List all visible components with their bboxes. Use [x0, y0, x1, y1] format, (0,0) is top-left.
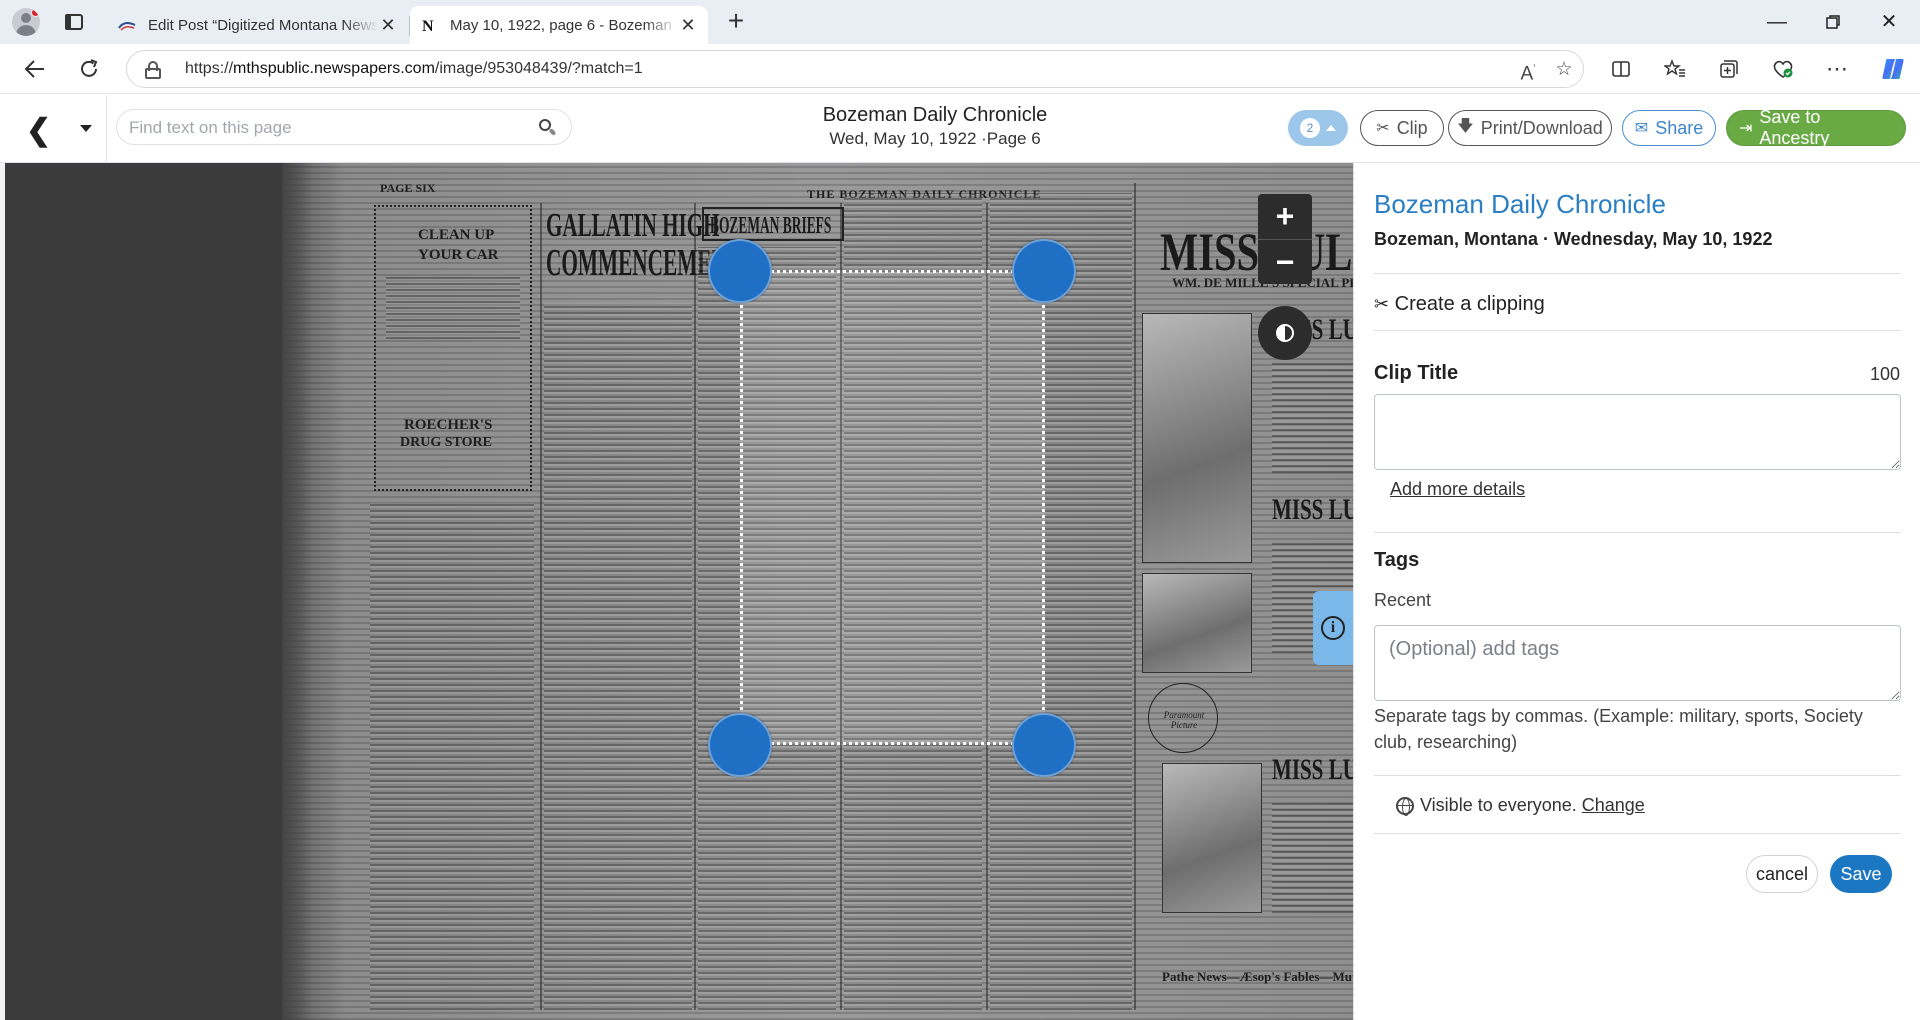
split-screen-icon[interactable]	[1606, 54, 1636, 84]
zoom-controls: + −	[1258, 194, 1312, 284]
clip-title-char-limit: 100	[1869, 364, 1900, 384]
tab-actions-icon[interactable]	[62, 10, 86, 34]
close-window-icon[interactable]: ✕	[1874, 8, 1904, 36]
scissors-icon: ✂	[1376, 120, 1390, 137]
save-button[interactable]: Save	[1830, 855, 1892, 893]
svg-text:N: N	[422, 18, 434, 34]
find-text-input[interactable]	[129, 116, 529, 140]
find-text-search[interactable]	[116, 109, 572, 145]
clip-selection-area[interactable]	[740, 270, 1045, 745]
envelope-icon: ✉	[1634, 120, 1649, 137]
favorite-star-icon[interactable]: ☆	[1553, 59, 1575, 81]
browser-nav-bar: https://mthspublic.newspapers.com/image/…	[0, 44, 1920, 94]
browser-essentials-heart-icon[interactable]	[1768, 54, 1798, 84]
movie-title: MISS LULU B	[1160, 222, 1353, 282]
save-arrow-icon: ⇥	[1739, 120, 1753, 137]
address-bar[interactable]: https://mthspublic.newspapers.com/image/…	[126, 50, 1584, 88]
url-text: https://mthspublic.newspapers.com/image/…	[185, 60, 643, 77]
clipping-panel: Bozeman Daily Chronicle Bozeman, Montana…	[1353, 163, 1920, 1020]
tab-close-icon[interactable]: ✕	[378, 15, 398, 35]
save-to-ancestry-button[interactable]: ⇥ Save to Ancestry	[1726, 107, 1906, 148]
restore-icon[interactable]	[1818, 8, 1848, 36]
theater-illustration	[1162, 763, 1262, 913]
clip-title-input[interactable]	[1374, 394, 1901, 470]
caret-up-icon	[1326, 125, 1336, 131]
newspapers-favicon-icon: N	[420, 16, 438, 34]
refresh-icon[interactable]	[74, 54, 104, 84]
tags-label: Tags	[1374, 549, 1420, 571]
tab-title: May 10, 1922, page 6 - Bozeman Daily Chr…	[450, 16, 678, 34]
page-image-viewer[interactable]: PAGE SIX THE BOZEMAN DAILY CHRONICLE CLE…	[0, 163, 1353, 1020]
paper-name: Bozeman Daily Chronicle	[822, 104, 1048, 126]
profile-avatar-icon[interactable]	[12, 8, 40, 36]
share-button[interactable]: ✉ Share	[1622, 110, 1716, 146]
favorites-icon[interactable]	[1660, 54, 1690, 84]
contrast-toggle-icon[interactable]	[1258, 306, 1312, 360]
selection-handle-top-right[interactable]	[1012, 239, 1076, 303]
crowd-illustration	[1142, 573, 1252, 673]
download-arrow-icon: 🡇	[1457, 117, 1474, 135]
browser-tab-bar: Edit Post “Digitized Montana Newspapers”…	[0, 0, 1920, 44]
back-arrow-icon[interactable]	[20, 54, 50, 84]
collections-icon[interactable]	[1714, 54, 1744, 84]
copilot-icon[interactable]	[1878, 54, 1908, 84]
paramount-logo: Paramount Picture	[1148, 683, 1218, 753]
page-dropdown-caret-icon[interactable]	[80, 125, 92, 132]
search-icon[interactable]	[539, 119, 557, 137]
recent-tags-label: Recent	[1374, 590, 1432, 610]
clip-button[interactable]: ✂ Clip	[1360, 110, 1444, 146]
panel-location-date: Bozeman, Montana · Wednesday, May 10, 19…	[1374, 229, 1773, 249]
print-download-button[interactable]: 🡇 Print/Download	[1448, 110, 1612, 146]
tags-help-text: Separate tags by commas. (Example: milit…	[1374, 706, 1863, 752]
movie-poster-illustration	[1142, 313, 1252, 563]
briefs-header-box: BOZEMAN BRIEFS	[702, 207, 844, 241]
globe-icon	[1396, 796, 1414, 816]
wordpress-favicon-icon	[118, 16, 136, 34]
visibility-row: Visible to everyone. Change	[1396, 795, 1645, 816]
scissors-icon: ✂	[1374, 294, 1390, 314]
selection-handle-bottom-right[interactable]	[1012, 713, 1076, 777]
previous-page-chevron-icon[interactable]: ❮	[26, 113, 51, 148]
minimize-icon[interactable]: —	[1762, 8, 1792, 36]
add-more-details-link[interactable]: Add more details	[1390, 479, 1525, 500]
new-tab-icon[interactable]: +	[722, 7, 750, 36]
info-icon[interactable]: i	[1313, 591, 1353, 665]
tab-edit-post[interactable]: Edit Post “Digitized Montana Newspapers”…	[108, 6, 408, 44]
tab-close-icon[interactable]: ✕	[678, 15, 698, 35]
panel-paper-title-link[interactable]: Bozeman Daily Chronicle	[1374, 189, 1666, 220]
lock-icon[interactable]	[145, 61, 161, 79]
movie-footer-line: Pathe News—Æsop's Fables—Mutt & Jeff	[1162, 969, 1353, 984]
paper-date-page: Wed, May 10, 1922 ·Page 6	[829, 129, 1041, 148]
cancel-button[interactable]: cancel	[1746, 855, 1818, 893]
page-label: PAGE SIX	[380, 181, 436, 195]
clip-title-label: Clip Title	[1374, 362, 1459, 384]
tab-title: Edit Post “Digitized Montana Newspapers”	[148, 16, 378, 34]
zoom-out-icon[interactable]: −	[1258, 240, 1312, 285]
clip-count-badge: 2	[1300, 118, 1320, 138]
read-aloud-icon[interactable]: Aʼ	[1517, 59, 1539, 84]
selection-handle-top-left[interactable]	[708, 239, 772, 303]
tags-input[interactable]	[1374, 625, 1901, 701]
selection-handle-bottom-left[interactable]	[708, 713, 772, 777]
change-visibility-link[interactable]: Change	[1582, 795, 1645, 816]
car-ad: CLEAN UP YOUR CAR ROECHER'S DRUG STORE	[374, 205, 532, 491]
clip-count-button[interactable]: 2	[1288, 110, 1348, 146]
paper-heading: Bozeman Daily Chronicle Wed, May 10, 192…	[780, 103, 1090, 151]
newspaper-toolbar: ❮ Bozeman Daily Chronicle Wed, May 10, 1…	[0, 95, 1920, 163]
zoom-in-icon[interactable]: +	[1258, 194, 1312, 239]
more-options-icon[interactable]: ⋯	[1822, 54, 1852, 84]
tab-newspaper-page[interactable]: N May 10, 1922, page 6 - Bozeman Daily C…	[410, 6, 708, 44]
create-clipping-heading: ✂ Create a clipping	[1374, 293, 1545, 315]
